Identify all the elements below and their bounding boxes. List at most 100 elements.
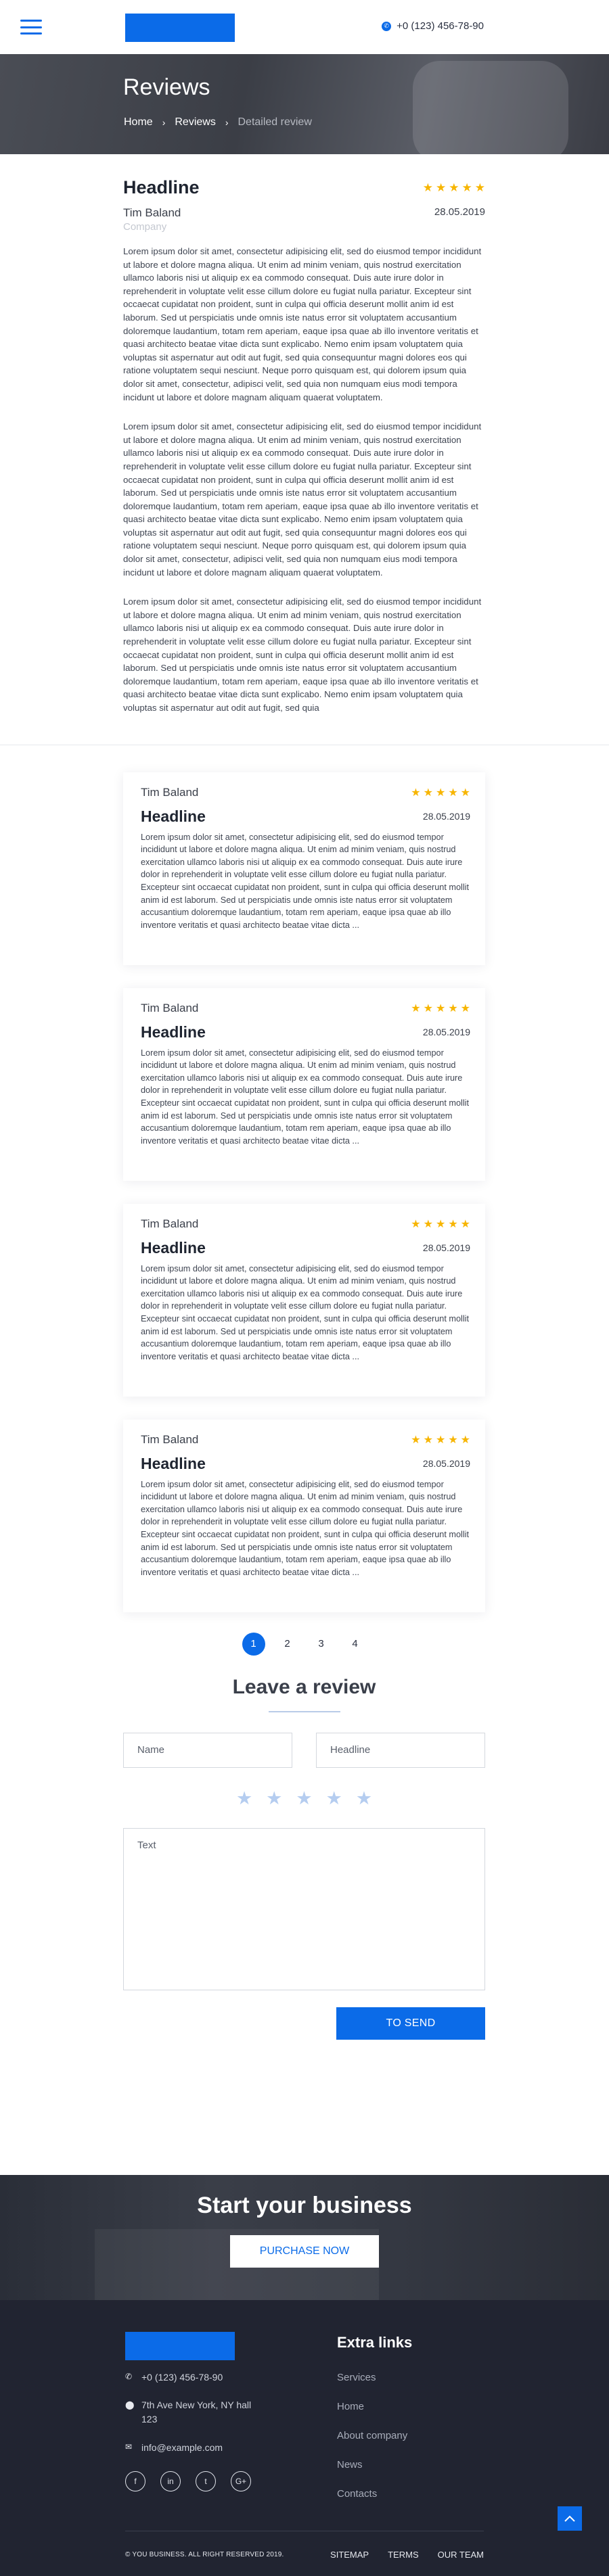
rating-input: ★ ★ ★ ★ ★ bbox=[123, 1788, 485, 1809]
footer-link-about[interactable]: About company bbox=[337, 2430, 407, 2441]
page-2-button[interactable]: 2 bbox=[276, 1633, 299, 1656]
chevron-up-icon bbox=[564, 2515, 575, 2522]
star-icon[interactable]: ★ bbox=[296, 1788, 312, 1809]
review-card[interactable]: Tim Baland ★ ★ ★ ★ ★ Headline 28.05.2019 Lor… bbox=[123, 1419, 485, 1612]
card-date: 28.05.2019 bbox=[422, 1242, 470, 1254]
card-date: 28.05.2019 bbox=[422, 811, 470, 822]
header-phone[interactable]: ✆ +0 (123) 456-78-90 bbox=[382, 20, 484, 32]
star-icon: ★ bbox=[423, 1002, 433, 1014]
star-icon: ★ bbox=[435, 1218, 446, 1230]
review-text-input[interactable] bbox=[123, 1827, 485, 1990]
site-header: ✆ +0 (123) 456-78-90 bbox=[0, 0, 609, 54]
our-team-link[interactable]: OUR TEAM bbox=[438, 2550, 484, 2560]
breadcrumb-home[interactable]: Home bbox=[124, 116, 153, 128]
pagination: 1 2 3 4 bbox=[123, 1632, 485, 1656]
footer-phone[interactable]: ✆ +0 (123) 456-78-90 bbox=[125, 2372, 223, 2383]
page-1-button[interactable]: 1 bbox=[242, 1632, 265, 1656]
star-icon: ★ bbox=[435, 1434, 446, 1446]
card-headline: Headline bbox=[141, 1454, 206, 1472]
star-icon: ★ bbox=[460, 787, 470, 799]
star-icon: ★ bbox=[411, 1002, 421, 1014]
burger-menu-icon[interactable] bbox=[20, 20, 42, 34]
card-date: 28.05.2019 bbox=[422, 1458, 470, 1470]
review-date: 28.05.2019 bbox=[434, 206, 485, 218]
page-3-button[interactable]: 3 bbox=[310, 1633, 333, 1656]
site-logo[interactable] bbox=[125, 14, 235, 42]
terms-link[interactable]: TERMS bbox=[388, 2550, 419, 2560]
facebook-icon[interactable]: f bbox=[125, 2471, 145, 2491]
review-card[interactable]: Tim Baland ★ ★ ★ ★ ★ Headline 28.05.2019 Lor… bbox=[123, 1203, 485, 1397]
footer-email-text: info@example.com bbox=[141, 2442, 223, 2453]
title-underline bbox=[268, 1710, 340, 1712]
sitemap-link[interactable]: SITEMAP bbox=[330, 2550, 369, 2560]
star-icon: ★ bbox=[460, 1002, 470, 1014]
card-author: Tim Baland bbox=[141, 1001, 199, 1014]
footer-link-services[interactable]: Services bbox=[337, 2372, 407, 2383]
linkedin-icon[interactable]: in bbox=[160, 2471, 181, 2491]
card-headline: Headline bbox=[141, 807, 206, 825]
star-icon: ★ bbox=[422, 181, 433, 194]
card-headline: Headline bbox=[141, 1023, 206, 1041]
location-pin-icon: ⬤ bbox=[125, 2400, 135, 2410]
social-links: f in t G+ bbox=[125, 2471, 251, 2491]
card-rating: ★ ★ ★ ★ ★ bbox=[411, 786, 470, 799]
star-icon: ★ bbox=[448, 1002, 458, 1014]
name-input[interactable] bbox=[123, 1732, 292, 1768]
twitter-icon[interactable]: t bbox=[196, 2471, 216, 2491]
review-headline: Headline bbox=[123, 177, 200, 197]
cta-banner: Start your business PURCHASE NOW bbox=[0, 2175, 609, 2300]
card-text: Lorem ipsum dolor sit amet, consectetur … bbox=[141, 1048, 469, 1146]
send-button[interactable]: TO SEND bbox=[336, 2007, 485, 2040]
star-icon[interactable]: ★ bbox=[236, 1788, 252, 1809]
star-icon: ★ bbox=[423, 1434, 433, 1446]
review-paragraph: Lorem ipsum dolor sit amet, consectetur … bbox=[123, 421, 482, 578]
star-icon: ★ bbox=[448, 787, 458, 799]
card-author: Tim Baland bbox=[141, 785, 199, 799]
star-icon: ★ bbox=[423, 1218, 433, 1230]
star-icon: ★ bbox=[460, 1218, 470, 1230]
star-icon[interactable]: ★ bbox=[266, 1788, 282, 1809]
review-card[interactable]: Tim Baland ★ ★ ★ ★ ★ Headline 28.05.2019 Lor… bbox=[123, 772, 485, 965]
copyright: © YOU BUSINESS. ALL RIGHT RESERVED 2019. bbox=[125, 2551, 284, 2558]
phone-icon: ✆ bbox=[125, 2372, 133, 2381]
footer-link-contacts[interactable]: Contacts bbox=[337, 2488, 407, 2500]
google-plus-icon[interactable]: G+ bbox=[231, 2471, 251, 2491]
star-icon: ★ bbox=[411, 1434, 421, 1446]
card-date: 28.05.2019 bbox=[422, 1027, 470, 1038]
card-rating: ★ ★ ★ ★ ★ bbox=[411, 1002, 470, 1015]
review-card[interactable]: Tim Baland ★ ★ ★ ★ ★ Headline 28.05.2019 Lor… bbox=[123, 987, 485, 1181]
phone-icon: ✆ bbox=[382, 21, 392, 31]
page-4-button[interactable]: 4 bbox=[344, 1633, 367, 1656]
footer-link-news[interactable]: News bbox=[337, 2459, 407, 2470]
breadcrumb-reviews[interactable]: Reviews bbox=[175, 116, 215, 128]
footer-logo[interactable] bbox=[125, 2332, 235, 2360]
star-icon: ★ bbox=[448, 1218, 458, 1230]
star-icon: ★ bbox=[460, 1434, 470, 1446]
review-paragraph: Lorem ipsum dolor sit amet, consectetur … bbox=[123, 596, 482, 713]
form-title: Leave a review bbox=[232, 1675, 376, 1698]
star-icon: ★ bbox=[411, 787, 421, 799]
star-icon: ★ bbox=[461, 181, 472, 194]
card-text: Lorem ipsum dolor sit amet, consectetur … bbox=[141, 1263, 469, 1361]
footer-link-home[interactable]: Home bbox=[337, 2401, 407, 2412]
extra-links: Services Home About company News Contact… bbox=[337, 2372, 407, 2517]
purchase-button[interactable]: PURCHASE NOW bbox=[230, 2235, 379, 2268]
footer-email[interactable]: ✉ info@example.com bbox=[125, 2442, 223, 2453]
review-rating: ★ ★ ★ ★ ★ bbox=[423, 181, 485, 195]
review-list: Tim Baland ★ ★ ★ ★ ★ Headline 28.05.2019 Lor… bbox=[123, 745, 485, 2040]
card-rating: ★ ★ ★ ★ ★ bbox=[411, 1217, 470, 1231]
site-footer: ✆ +0 (123) 456-78-90 ⬤ 7th Ave New York,… bbox=[0, 2300, 609, 2576]
footer-address: ⬤ 7th Ave New York, NY hall 123 bbox=[125, 2398, 256, 2427]
review-paragraph: Lorem ipsum dolor sit amet, consectetur … bbox=[123, 246, 482, 402]
star-icon: ★ bbox=[411, 1218, 421, 1230]
footer-address-text: 7th Ave New York, NY hall 123 bbox=[141, 2399, 252, 2425]
scroll-to-top-button[interactable] bbox=[558, 2506, 582, 2531]
breadcrumb: Home › Reviews › Detailed review bbox=[124, 116, 312, 128]
review-company: Company bbox=[123, 221, 167, 233]
star-icon[interactable]: ★ bbox=[356, 1788, 372, 1809]
star-icon[interactable]: ★ bbox=[326, 1788, 342, 1809]
headline-input[interactable] bbox=[316, 1732, 485, 1768]
chevron-right-icon: › bbox=[225, 117, 229, 128]
card-text: Lorem ipsum dolor sit amet, consectetur … bbox=[141, 1479, 469, 1577]
card-author: Tim Baland bbox=[141, 1432, 199, 1446]
